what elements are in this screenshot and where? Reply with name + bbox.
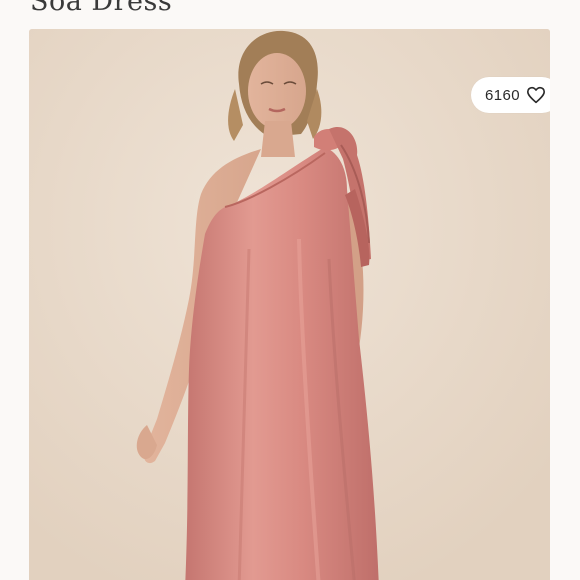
product-image-card[interactable]: 6160 (29, 29, 550, 580)
listing-page: Soa Dress 6160 (0, 0, 580, 580)
heart-outline-icon (526, 86, 546, 104)
product-photo (29, 29, 550, 580)
like-count: 6160 (485, 86, 520, 104)
like-button[interactable]: 6160 (471, 77, 550, 113)
product-title: Soa Dress (30, 0, 173, 17)
